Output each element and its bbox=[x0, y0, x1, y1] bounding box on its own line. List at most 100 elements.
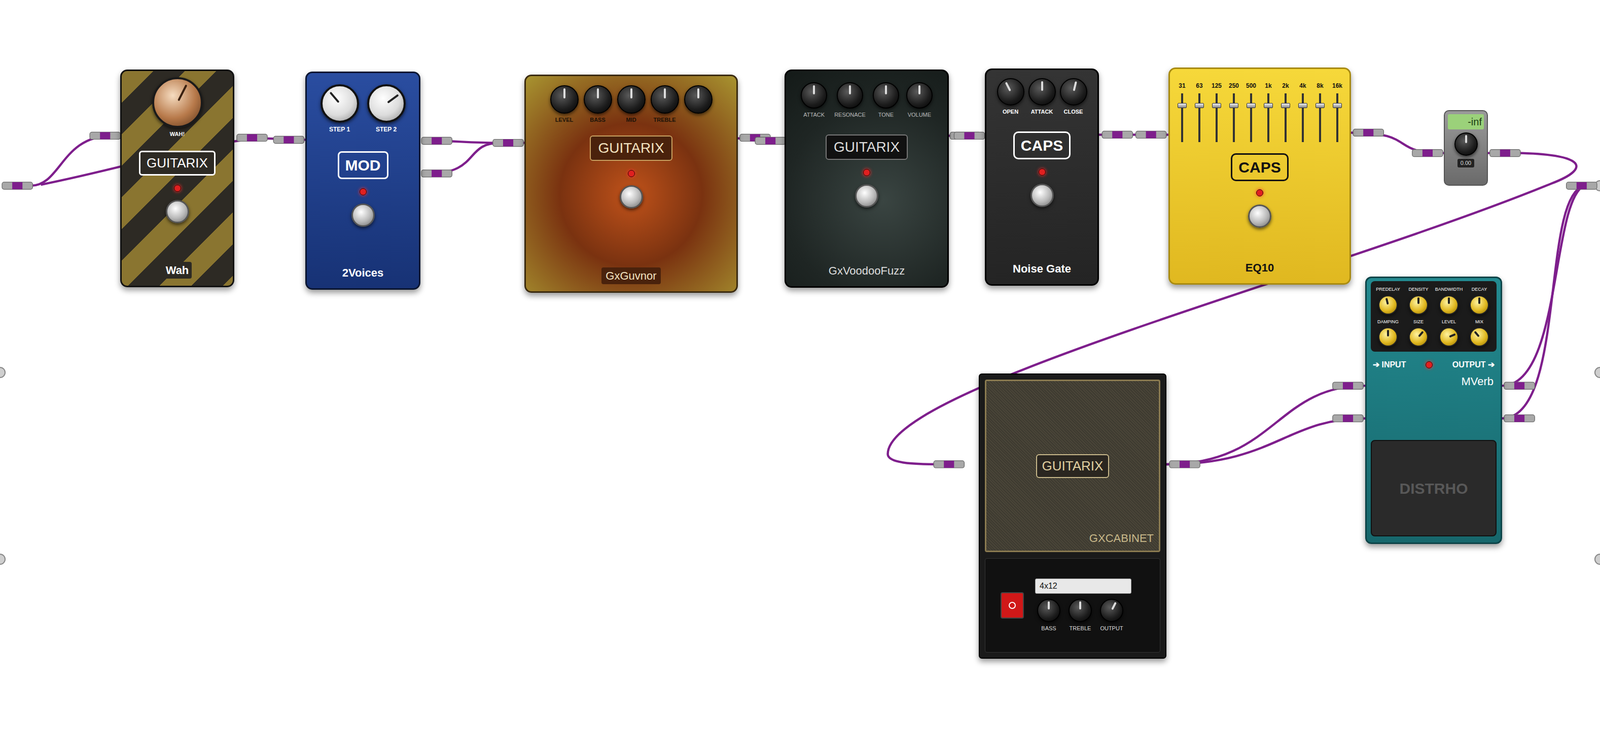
slider-handle[interactable] bbox=[1229, 102, 1239, 109]
slider-handle[interactable] bbox=[1281, 102, 1291, 109]
band-slider[interactable] bbox=[1284, 93, 1287, 142]
knob[interactable] bbox=[1378, 295, 1398, 315]
cable[interactable] bbox=[428, 143, 501, 174]
slider-handle[interactable] bbox=[1298, 102, 1308, 109]
system-port-icon[interactable] bbox=[1594, 367, 1600, 378]
knob[interactable] bbox=[1037, 598, 1061, 622]
cable[interactable] bbox=[1502, 185, 1584, 418]
knob[interactable] bbox=[1454, 132, 1478, 156]
jack-icon[interactable] bbox=[421, 136, 452, 145]
jack-icon[interactable] bbox=[492, 138, 524, 147]
footswitch[interactable] bbox=[1248, 204, 1272, 228]
knob-panel: PREDELAYDENSITYBANDWIDTHDECAYDAMPINGSIZE… bbox=[1370, 280, 1497, 352]
jack-icon[interactable] bbox=[1504, 414, 1535, 422]
knob[interactable] bbox=[367, 84, 406, 123]
slider-handle[interactable] bbox=[1332, 102, 1342, 109]
slider-handle[interactable] bbox=[1263, 102, 1273, 109]
band-slider[interactable] bbox=[1198, 93, 1201, 142]
jack-icon[interactable] bbox=[1489, 149, 1521, 157]
band-slider[interactable] bbox=[1301, 93, 1304, 142]
jack-icon[interactable] bbox=[236, 133, 268, 141]
knob[interactable] bbox=[1408, 295, 1429, 315]
footswitch[interactable] bbox=[165, 199, 190, 224]
knob-label: STEP 1 bbox=[329, 124, 350, 134]
band-slider[interactable] bbox=[1181, 93, 1184, 142]
knob[interactable] bbox=[997, 78, 1025, 106]
slider-handle[interactable] bbox=[1315, 102, 1325, 109]
pedal[interactable]: STEP 1STEP 2MOD2Voices bbox=[305, 71, 421, 290]
cable[interactable] bbox=[1166, 417, 1366, 464]
footswitch[interactable] bbox=[351, 203, 375, 227]
knob[interactable] bbox=[1439, 295, 1459, 315]
mverb-pedal[interactable]: PREDELAYDENSITYBANDWIDTHDECAYDAMPINGSIZE… bbox=[1365, 276, 1503, 544]
jack-icon[interactable] bbox=[1412, 149, 1443, 157]
jack-icon[interactable] bbox=[1101, 130, 1133, 138]
band-slider[interactable] bbox=[1250, 93, 1253, 142]
system-port-icon[interactable] bbox=[1594, 553, 1600, 564]
knob[interactable] bbox=[1059, 78, 1088, 106]
knob-label: LEVEL bbox=[555, 115, 574, 125]
jack-icon[interactable] bbox=[421, 169, 452, 177]
system-port-icon[interactable] bbox=[0, 553, 6, 564]
footswitch[interactable] bbox=[619, 185, 644, 209]
knob[interactable] bbox=[1099, 598, 1124, 622]
knob[interactable] bbox=[617, 85, 646, 114]
knob[interactable] bbox=[800, 82, 828, 109]
band-slider[interactable] bbox=[1267, 93, 1270, 142]
jack-icon[interactable] bbox=[1353, 128, 1384, 136]
pedal[interactable]: OPENATTACKCLOSECAPSNoise Gate bbox=[984, 68, 1099, 286]
jack-icon[interactable] bbox=[933, 460, 965, 468]
model-display[interactable]: 4x12 bbox=[1035, 578, 1132, 594]
jack-icon[interactable] bbox=[1566, 182, 1597, 190]
knob[interactable] bbox=[152, 77, 203, 128]
jack-icon[interactable] bbox=[1332, 414, 1364, 422]
band-slider[interactable] bbox=[1319, 93, 1322, 142]
knob[interactable] bbox=[1378, 327, 1398, 347]
knob-group: DAMPING bbox=[1373, 318, 1403, 347]
cabinet[interactable]: GUITARIXGXCABINET4x12BASSTREBLEOUTPUT bbox=[978, 373, 1167, 659]
cable[interactable] bbox=[1166, 385, 1366, 465]
knob[interactable] bbox=[320, 84, 360, 123]
band-slider[interactable] bbox=[1215, 93, 1218, 142]
jack-icon[interactable] bbox=[1169, 460, 1200, 468]
system-port-icon[interactable] bbox=[0, 367, 6, 378]
pedal[interactable]: WAH!GUITARIXWah bbox=[120, 69, 235, 288]
knob[interactable] bbox=[684, 85, 713, 114]
jack-icon[interactable] bbox=[89, 131, 121, 139]
jack-icon[interactable] bbox=[1332, 381, 1364, 389]
knob[interactable] bbox=[1469, 295, 1489, 315]
slider-handle[interactable] bbox=[1194, 102, 1204, 109]
knob[interactable] bbox=[650, 85, 680, 114]
knob[interactable] bbox=[1028, 78, 1056, 106]
knob[interactable] bbox=[1408, 327, 1429, 347]
slider-handle[interactable] bbox=[1212, 102, 1222, 109]
slider-handle[interactable] bbox=[1177, 102, 1187, 109]
knob[interactable] bbox=[872, 82, 900, 109]
knob[interactable] bbox=[1439, 327, 1459, 347]
knob[interactable] bbox=[836, 82, 864, 109]
footswitch-pad[interactable]: DISTRHO bbox=[1370, 439, 1497, 537]
footswitch[interactable] bbox=[855, 184, 879, 208]
jack-icon[interactable] bbox=[1135, 130, 1166, 138]
jack-icon[interactable] bbox=[273, 135, 304, 144]
pedal[interactable]: LEVELBASSMIDTREBLEGUITARIXGxGuvnor bbox=[524, 74, 738, 293]
knob[interactable] bbox=[550, 85, 579, 114]
knob[interactable] bbox=[1469, 327, 1489, 347]
band-slider[interactable] bbox=[1336, 93, 1339, 142]
jack-icon[interactable] bbox=[953, 131, 985, 139]
gain-meter[interactable]: -inf0.00 bbox=[1443, 110, 1488, 186]
eq10-pedal[interactable]: 31631252505001k2k4k8k16kCAPSEQ10 bbox=[1168, 67, 1351, 285]
jack-icon[interactable] bbox=[2, 182, 33, 190]
band-slider[interactable] bbox=[1232, 93, 1235, 142]
knob[interactable] bbox=[583, 85, 613, 114]
knob[interactable] bbox=[906, 82, 933, 109]
knob[interactable] bbox=[1068, 598, 1092, 622]
band-label: 31 bbox=[1178, 81, 1186, 91]
pedal[interactable]: ATTACKRESONACETONEVOLUMEGUITARIXGxVoodoo… bbox=[784, 69, 949, 288]
slider-handle[interactable] bbox=[1246, 102, 1256, 109]
brand-label: MOD bbox=[337, 151, 389, 180]
jack-icon[interactable] bbox=[1504, 381, 1535, 389]
jack-icon[interactable] bbox=[755, 136, 786, 145]
footswitch[interactable] bbox=[1030, 183, 1054, 207]
power-switch[interactable] bbox=[1000, 591, 1024, 619]
